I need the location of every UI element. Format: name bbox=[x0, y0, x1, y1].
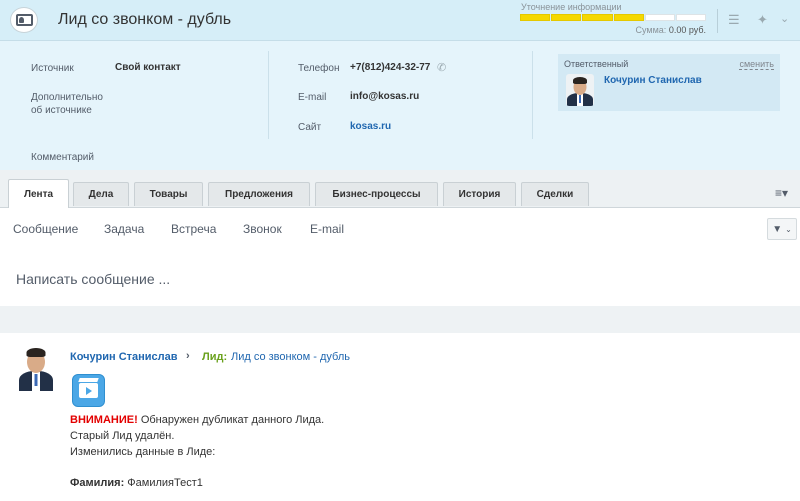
tab-feed[interactable]: Лента bbox=[8, 179, 69, 209]
activity-type-row: Сообщение Задача Встреча Звонок E-mail bbox=[0, 208, 800, 248]
responsible-name[interactable]: Кочурин Станислав bbox=[604, 75, 702, 86]
activity-task[interactable]: Задача bbox=[104, 222, 144, 236]
video-icon bbox=[72, 374, 105, 407]
progress-segment[interactable] bbox=[644, 14, 675, 21]
message-line-3: Изменились данные в Лиде: bbox=[70, 446, 216, 458]
responsible-card: Ответственный сменить Кочурин Станислав bbox=[558, 54, 780, 111]
chevron-down-icon[interactable]: ⌄ bbox=[780, 12, 789, 25]
page-title: Лид со звонком - дубль bbox=[58, 11, 232, 28]
progress-segment[interactable] bbox=[613, 14, 644, 21]
column-separator bbox=[268, 51, 269, 139]
email-label: E-mail bbox=[298, 92, 327, 103]
sum-label: Сумма: bbox=[635, 25, 667, 35]
progress-segment[interactable] bbox=[520, 14, 551, 21]
sum-text: Сумма: 0.00 руб. bbox=[620, 25, 706, 35]
source-label: Источник bbox=[31, 63, 74, 74]
tab-history[interactable]: История bbox=[443, 182, 516, 206]
activity-message[interactable]: Сообщение bbox=[13, 222, 78, 236]
status-progress-bar[interactable] bbox=[520, 14, 707, 21]
source-extra-label-1: Дополнительно bbox=[31, 92, 103, 103]
sum-value: 0.00 руб. bbox=[668, 25, 706, 35]
responsible-label: Ответственный bbox=[564, 59, 629, 69]
site-link[interactable]: kosas.ru bbox=[350, 121, 391, 132]
pin-icon[interactable]: ✦ bbox=[757, 12, 768, 28]
feed-author-link[interactable]: Кочурин Станислав bbox=[70, 351, 178, 363]
phone-label: Телефон bbox=[298, 63, 340, 74]
email-value[interactable]: info@kosas.ru bbox=[350, 91, 419, 102]
message-line-2: Старый Лид удалён. bbox=[70, 430, 175, 442]
feed-entity-link[interactable]: Лид со звонком - дубль bbox=[231, 351, 350, 363]
tab-products[interactable]: Товары bbox=[134, 182, 203, 206]
activity-call[interactable]: Звонок bbox=[243, 222, 282, 236]
tab-quotes[interactable]: Предложения bbox=[208, 182, 310, 206]
activity-email[interactable]: E-mail bbox=[310, 222, 344, 236]
tab-activities[interactable]: Дела bbox=[73, 182, 129, 206]
column-separator bbox=[532, 51, 533, 139]
activity-meeting[interactable]: Встреча bbox=[171, 222, 216, 236]
change-responsible-link[interactable]: сменить bbox=[739, 59, 774, 70]
write-message-input[interactable]: Написать сообщение ... bbox=[16, 271, 170, 287]
page-header: Лид со звонком - дубль Уточнение информа… bbox=[0, 0, 800, 41]
progress-stage-label: Уточнение информации bbox=[521, 2, 622, 12]
changed-field-value: ФамилияТест1 bbox=[124, 477, 203, 489]
list-menu-icon[interactable]: ☰ bbox=[728, 12, 740, 28]
feed-divider bbox=[0, 306, 800, 333]
source-extra-label-2: об источнике bbox=[31, 105, 92, 116]
message-line-1: ВНИМАНИЕ! Обнаружен дубликат данного Лид… bbox=[70, 414, 324, 426]
filter-icon: ▼ bbox=[772, 223, 783, 235]
changed-field-label: Фамилия: bbox=[70, 477, 125, 489]
progress-segment[interactable] bbox=[582, 14, 613, 21]
warning-text: ВНИМАНИЕ! bbox=[70, 414, 138, 426]
feed-entity-type: Лид: bbox=[202, 351, 228, 363]
chevron-down-icon: ⌄ bbox=[785, 224, 792, 234]
tab-deals[interactable]: Сделки bbox=[521, 182, 589, 206]
progress-segment[interactable] bbox=[551, 14, 582, 21]
author-avatar[interactable] bbox=[17, 345, 55, 391]
arrow-right-icon: › bbox=[186, 350, 190, 362]
message-line-1-text: Обнаружен дубликат данного Лида. bbox=[137, 414, 325, 426]
header-separator bbox=[717, 9, 718, 33]
phone-value[interactable]: +7(812)424-32-77 bbox=[350, 62, 430, 73]
call-phone-icon[interactable]: ✆ bbox=[437, 62, 446, 75]
tabs-menu-icon[interactable]: ≡▾ bbox=[775, 186, 788, 200]
progress-segment[interactable] bbox=[675, 14, 707, 21]
filter-button[interactable]: ▼ ⌄ bbox=[767, 218, 797, 240]
source-value: Свой контакт bbox=[115, 62, 181, 73]
site-label: Сайт bbox=[298, 122, 322, 133]
lead-card-icon bbox=[10, 7, 38, 33]
responsible-avatar[interactable] bbox=[566, 74, 594, 106]
tab-business-processes[interactable]: Бизнес-процессы bbox=[315, 182, 438, 206]
comment-label: Комментарий bbox=[31, 152, 94, 163]
tabs-bar: Лента Дела Товары Предложения Бизнес-про… bbox=[0, 170, 800, 209]
changed-field: Фамилия: ФамилияТест1 bbox=[70, 477, 203, 489]
